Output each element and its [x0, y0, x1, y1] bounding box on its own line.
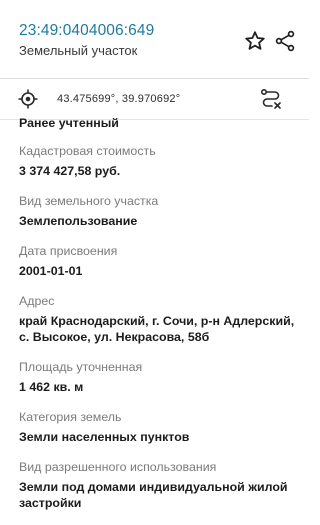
field-label: Дата присвоения — [19, 244, 118, 258]
field-land-type: Вид земельного участка Землепользование — [19, 193, 304, 229]
favorite-button[interactable] — [243, 29, 267, 53]
coordinates-text[interactable]: 43.475699°, 39.970692° — [57, 93, 180, 105]
field-label: Категория земель — [19, 410, 122, 424]
field-permitted-use: Вид разрешенного использования Земли под… — [19, 459, 304, 511]
field-value: Землепользование — [19, 214, 138, 228]
field-value: 1 462 кв. м — [19, 380, 84, 394]
field-label: Вид разрешенного использования — [19, 460, 217, 474]
field-value: 2001-01-01 — [19, 264, 83, 278]
field-label: Площадь уточненная — [19, 360, 143, 374]
field-address: Адрес край Краснодарский, г. Сочи, р-н А… — [19, 293, 304, 345]
locate-button[interactable] — [17, 88, 39, 110]
field-value: 3 374 427,58 руб. — [19, 164, 121, 178]
target-icon — [18, 89, 38, 109]
header: 23:49:0404006:649 Земельный участок — [0, 0, 309, 78]
field-cadastral-value: Кадастровая стоимость 3 374 427,58 руб. — [19, 143, 304, 179]
share-icon — [275, 30, 295, 52]
field-label: Кадастровая стоимость — [19, 144, 156, 158]
star-outline-icon — [245, 31, 265, 50]
registration-status: Ранее учтенный — [19, 116, 119, 130]
field-label: Вид земельного участка — [19, 194, 159, 208]
share-button[interactable] — [273, 29, 297, 53]
field-area: Площадь уточненная 1 462 кв. м — [19, 359, 304, 395]
route-icon — [260, 88, 281, 109]
details-list: Ранее учтенный Кадастровая стоимость 3 3… — [19, 113, 304, 525]
field-value: Земли населенных пунктов — [19, 430, 190, 444]
route-button[interactable] — [259, 87, 283, 111]
field-assignment-date: Дата присвоения 2001-01-01 — [19, 243, 304, 279]
field-land-category: Категория земель Земли населенных пункто… — [19, 409, 304, 445]
field-value: Земли под домами индивидуальной жилой за… — [19, 480, 288, 510]
field-value: край Краснодарский, г. Сочи, р-н Адлерск… — [19, 314, 295, 344]
cadastral-number: 23:49:0404006:649 — [19, 22, 155, 39]
object-type: Земельный участок — [19, 43, 138, 58]
field-label: Адрес — [19, 294, 55, 308]
